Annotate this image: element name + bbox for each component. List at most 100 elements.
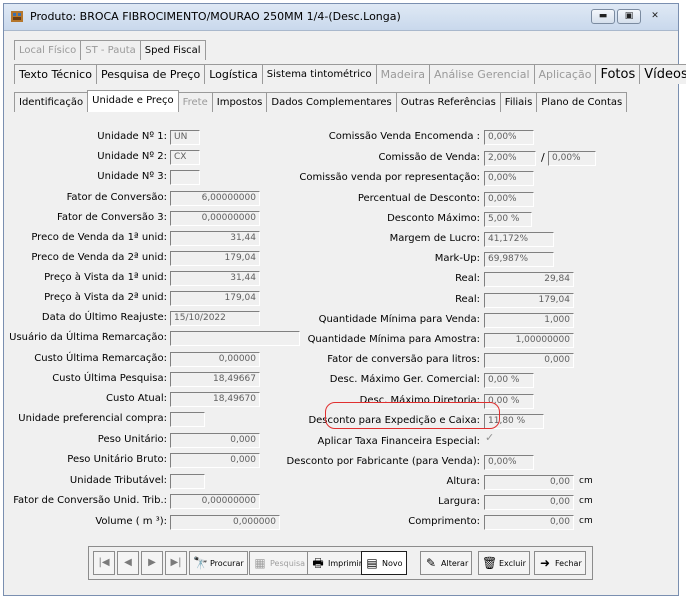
- left-field-5[interactable]: 31,44: [170, 231, 260, 246]
- left-label-0: Unidade Nº 1:: [97, 131, 167, 142]
- right-field-17[interactable]: 0,00: [484, 475, 574, 490]
- first-record-button[interactable]: |◀: [93, 551, 115, 575]
- left-field-0[interactable]: UN: [170, 130, 200, 145]
- left-field-8[interactable]: 179,04: [170, 291, 260, 306]
- left-field-6[interactable]: 179,04: [170, 251, 260, 266]
- novo-button[interactable]: ▤ Novo: [361, 551, 407, 575]
- right-field-2[interactable]: 0,00%: [484, 171, 534, 186]
- right-field-18[interactable]: 0,00: [484, 495, 574, 510]
- left-label-11: Custo Última Remarcação:: [34, 353, 167, 364]
- fechar-button[interactable]: ➜ Fechar: [534, 551, 586, 575]
- next-record-button[interactable]: ▶: [141, 551, 163, 575]
- left-label-9: Data do Último Reajuste:: [41, 312, 167, 323]
- last-record-button[interactable]: ▶|: [165, 551, 187, 575]
- tab-local-fisico[interactable]: Local Físico: [14, 40, 82, 60]
- tab-filiais[interactable]: Filiais: [499, 92, 538, 112]
- right-field-7[interactable]: 29,84: [484, 272, 574, 287]
- right-label-3: Percentual de Desconto:: [357, 193, 480, 204]
- left-field-16[interactable]: 0,000: [170, 453, 260, 468]
- tab-pesquisa-preco[interactable]: Pesquisa de Preço: [95, 64, 206, 84]
- unit-cm-18: cm: [579, 496, 593, 506]
- left-field-18[interactable]: 0,00000000: [170, 494, 260, 509]
- left-label-18: Fator de Conversão Unid. Trib.:: [13, 495, 167, 506]
- right-field-10[interactable]: 1,00000000: [484, 333, 574, 348]
- right-field-6[interactable]: 69,987%: [484, 252, 554, 267]
- imprimir-label: Imprimir: [328, 558, 363, 568]
- left-field-4[interactable]: 0,00000000: [170, 211, 260, 226]
- left-label-10: Usuário da Última Remarcação:: [9, 332, 167, 343]
- left-field-9[interactable]: 15/10/2022: [170, 311, 260, 326]
- aplicar-taxa-checkbox[interactable]: ✓: [485, 431, 494, 444]
- left-field-15[interactable]: 0,000: [170, 433, 260, 448]
- left-label-8: Preço à Vista da 2ª unid:: [44, 292, 167, 303]
- comissao-venda-field-2[interactable]: 0,00%: [548, 151, 596, 166]
- right-label-7: Real:: [455, 273, 480, 284]
- right-field-8[interactable]: 179,04: [484, 293, 574, 308]
- exit-icon: ➜: [539, 556, 551, 570]
- tab-st-pauta[interactable]: ST - Pauta: [80, 40, 141, 60]
- left-field-17[interactable]: [170, 474, 205, 489]
- right-field-5[interactable]: 41,172%: [484, 232, 554, 247]
- left-field-19[interactable]: 0,000000: [170, 515, 280, 530]
- left-field-12[interactable]: 18,49667: [170, 372, 260, 387]
- left-field-14[interactable]: [170, 412, 205, 427]
- tab-row-3: Identificação Unidade e Preço Frete Impo…: [14, 88, 628, 112]
- binoculars-icon: 🔭: [193, 556, 208, 570]
- left-field-10[interactable]: [170, 331, 300, 346]
- tab-row-2: Texto Técnico Pesquisa de Preço Logístic…: [14, 63, 686, 84]
- prev-record-button[interactable]: ◀: [117, 551, 139, 575]
- right-field-16[interactable]: 0,00%: [484, 455, 534, 470]
- highlight-desconto-expedicao: [325, 402, 500, 429]
- tab-videos[interactable]: Vídeos: [639, 64, 686, 84]
- tab-sped-fiscal[interactable]: Sped Fiscal: [139, 40, 206, 60]
- right-field-0[interactable]: 0,00%: [484, 130, 534, 145]
- pesquisa-label: Pesquisa: [270, 558, 306, 568]
- tab-texto-tecnico[interactable]: Texto Técnico: [14, 64, 97, 84]
- tab-madeira[interactable]: Madeira: [375, 64, 430, 84]
- right-field-3[interactable]: 0,00%: [484, 192, 534, 207]
- tab-logistica[interactable]: Logística: [204, 64, 263, 84]
- left-label-3: Fator de Conversão:: [66, 192, 167, 203]
- right-label-10: Quantidade Mínima para Amostra:: [307, 334, 480, 345]
- right-field-11[interactable]: 0,000: [484, 353, 574, 368]
- right-field-9[interactable]: 1,000: [484, 313, 574, 328]
- tab-aplicacao[interactable]: Aplicação: [533, 64, 597, 84]
- procurar-button[interactable]: 🔭 Procurar: [189, 551, 248, 575]
- tab-dados-complementares[interactable]: Dados Complementares: [266, 92, 397, 112]
- right-field-4[interactable]: 5,00 %: [484, 212, 532, 227]
- tab-frete[interactable]: Frete: [177, 92, 213, 112]
- minimize-button[interactable]: ▬: [591, 9, 615, 24]
- tab-plano-contas[interactable]: Plano de Contas: [536, 92, 628, 112]
- tab-unidade-preco[interactable]: Unidade e Preço: [87, 90, 179, 112]
- right-label-15: Aplicar Taxa Financeira Especial:: [317, 436, 481, 447]
- maximize-button[interactable]: ▣: [617, 9, 641, 24]
- left-field-3[interactable]: 6,00000000: [170, 191, 260, 206]
- left-field-13[interactable]: 18,49670: [170, 392, 260, 407]
- printer-icon: 🖶: [312, 556, 324, 570]
- pesquisa-button[interactable]: ▦ Pesquisa: [249, 551, 310, 575]
- right-label-16: Desconto por Fabricante (para Venda):: [286, 456, 480, 467]
- right-label-9: Quantidade Mínima para Venda:: [318, 314, 480, 325]
- novo-label: Novo: [382, 558, 403, 568]
- left-field-7[interactable]: 31,44: [170, 271, 260, 286]
- left-field-11[interactable]: 0,00000: [170, 352, 260, 367]
- right-label-18: Largura:: [438, 496, 480, 507]
- left-label-7: Preço à Vista da 1ª unid:: [44, 272, 167, 283]
- excluir-button[interactable]: 🗑 Excluir: [478, 551, 530, 575]
- tab-analise-gerencial[interactable]: Análise Gerencial: [428, 64, 535, 84]
- left-field-1[interactable]: CX: [170, 150, 200, 165]
- right-field-19[interactable]: 0,00: [484, 515, 574, 530]
- tab-outras-referencias[interactable]: Outras Referências: [395, 92, 501, 112]
- right-field-12[interactable]: 0,00 %: [484, 373, 534, 388]
- left-field-2[interactable]: [170, 170, 200, 185]
- left-label-12: Custo Última Pesquisa:: [52, 373, 167, 384]
- tab-sistema-tintometrico[interactable]: Sistema tintométrico: [261, 64, 377, 84]
- right-field-1[interactable]: 2,00%: [484, 151, 536, 166]
- tab-fotos[interactable]: Fotos: [595, 64, 641, 84]
- alterar-button[interactable]: ✎ Alterar: [420, 551, 473, 575]
- imprimir-button[interactable]: 🖶 Imprimir: [307, 551, 367, 575]
- tab-identificacao[interactable]: Identificação: [14, 92, 89, 112]
- right-label-17: Altura:: [446, 476, 481, 487]
- tab-impostos[interactable]: Impostos: [211, 92, 268, 112]
- close-button[interactable]: ✕: [643, 9, 667, 24]
